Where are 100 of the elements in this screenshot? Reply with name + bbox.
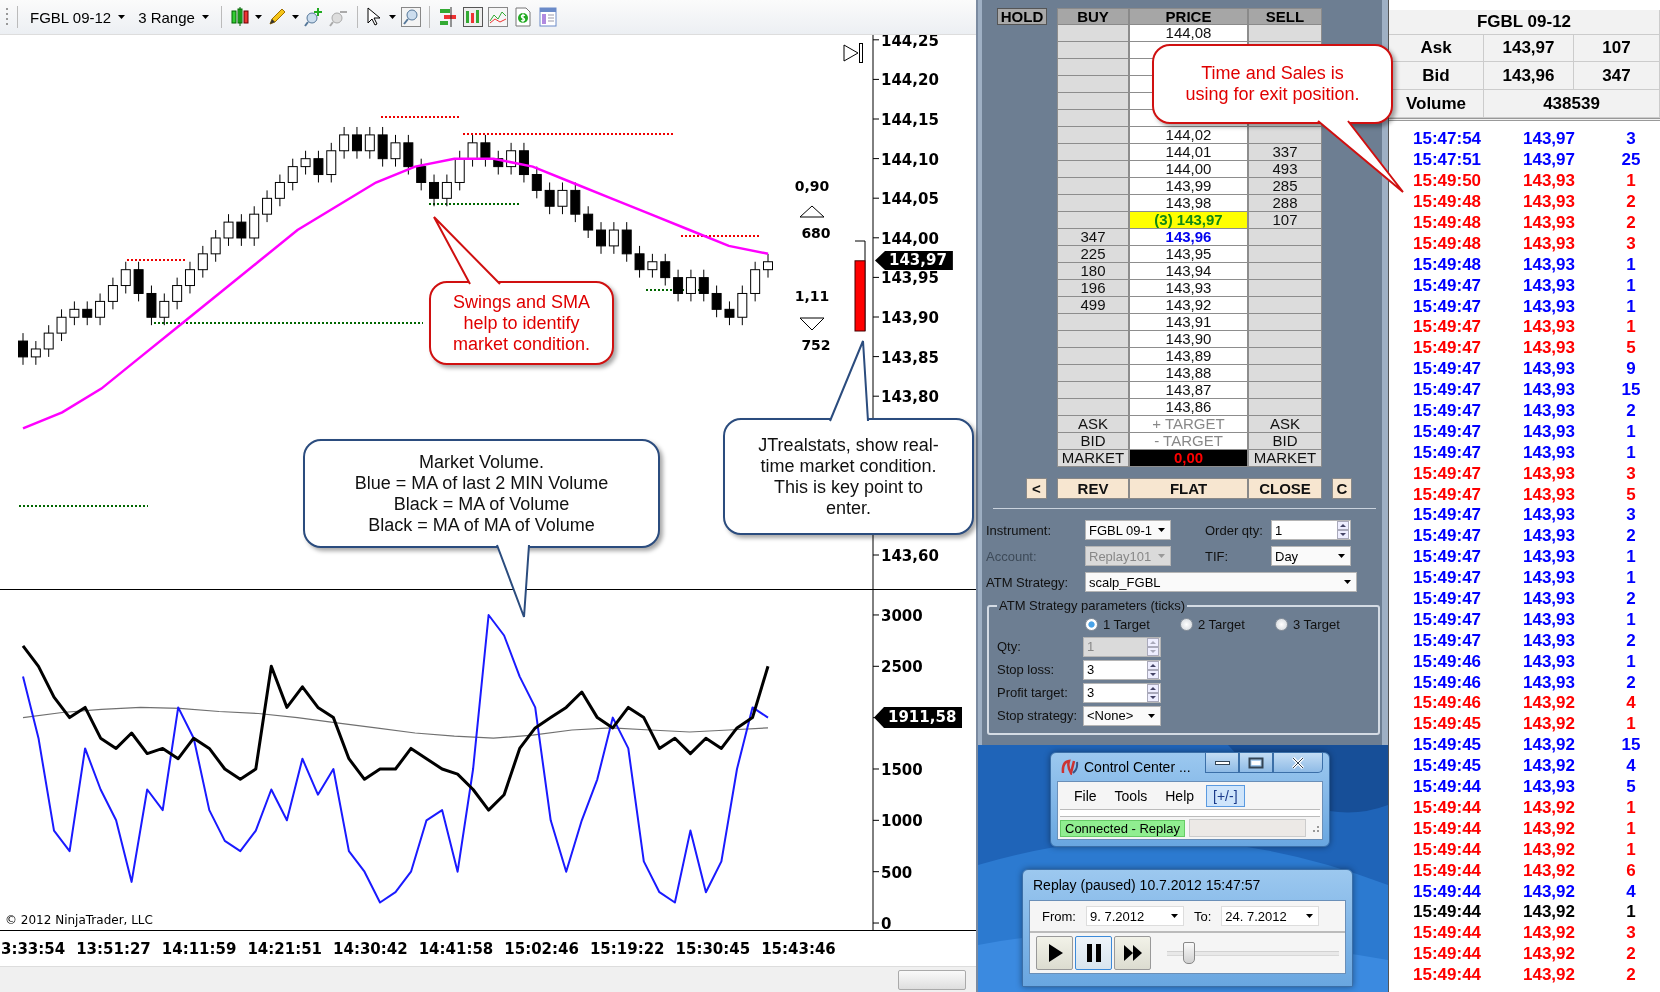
sell-cell[interactable]: [1248, 399, 1322, 416]
order-bars-icon[interactable]: [437, 7, 458, 27]
price-cell[interactable]: 143,92: [1129, 297, 1248, 314]
bar-chart-icon[interactable]: [462, 7, 483, 27]
sell-cell[interactable]: ASK: [1248, 416, 1322, 433]
buy-cell[interactable]: [1057, 161, 1129, 178]
sell-cell[interactable]: [1248, 314, 1322, 331]
buy-cell[interactable]: [1057, 314, 1129, 331]
price-cell[interactable]: (3) 143,97: [1129, 212, 1248, 229]
sell-cell[interactable]: 107: [1248, 212, 1322, 229]
buy-cell[interactable]: MARKET: [1057, 450, 1129, 467]
price-cell[interactable]: 0,00: [1129, 450, 1248, 467]
price-cell[interactable]: 144,01: [1129, 144, 1248, 161]
buy-cell[interactable]: 499: [1057, 297, 1129, 314]
scrollbar[interactable]: [0, 966, 976, 992]
radio-button[interactable]: 2 Target: [1180, 616, 1275, 632]
buy-cell[interactable]: [1057, 110, 1129, 127]
dollar-document-icon[interactable]: [512, 7, 533, 27]
order-button[interactable]: REV: [1057, 478, 1129, 499]
sell-cell[interactable]: [1248, 25, 1322, 42]
buy-cell[interactable]: [1057, 382, 1129, 399]
price-cell[interactable]: + TARGET: [1129, 416, 1248, 433]
buy-cell[interactable]: [1057, 195, 1129, 212]
price-cell[interactable]: 143,89: [1129, 348, 1248, 365]
buy-cell[interactable]: [1057, 42, 1129, 59]
buy-cell[interactable]: BID: [1057, 433, 1129, 450]
close-button[interactable]: [1273, 753, 1323, 773]
minimize-button[interactable]: [1205, 753, 1239, 773]
number-field[interactable]: 1: [1271, 520, 1351, 540]
sell-cell[interactable]: BID: [1248, 433, 1322, 450]
sell-cell[interactable]: [1248, 127, 1322, 144]
price-cell[interactable]: 144,00: [1129, 161, 1248, 178]
price-cell[interactable]: 143,87: [1129, 382, 1248, 399]
menu-item[interactable]: Tools: [1108, 785, 1154, 806]
radio-button[interactable]: 1 Target: [1085, 616, 1180, 632]
price-cell[interactable]: 143,86: [1129, 399, 1248, 416]
hold-button[interactable]: HOLD: [997, 8, 1047, 25]
forward-button[interactable]: [1114, 936, 1151, 970]
price-cell[interactable]: 144,02: [1129, 127, 1248, 144]
price-cell[interactable]: 143,95: [1129, 246, 1248, 263]
pencil-icon[interactable]: [266, 7, 287, 27]
buy-cell[interactable]: [1057, 365, 1129, 382]
sell-cell[interactable]: [1248, 263, 1322, 280]
play-button[interactable]: [1036, 936, 1073, 970]
sell-cell[interactable]: [1248, 348, 1322, 365]
spinner-icon[interactable]: [1147, 660, 1159, 679]
scrollbar-thumb[interactable]: [898, 970, 966, 990]
price-cell[interactable]: - TARGET: [1129, 433, 1248, 450]
price-cell[interactable]: 143,99: [1129, 178, 1248, 195]
sell-cell[interactable]: [1248, 297, 1322, 314]
buy-cell[interactable]: [1057, 144, 1129, 161]
buy-cell[interactable]: [1057, 76, 1129, 93]
sell-cell[interactable]: [1248, 331, 1322, 348]
pause-button[interactable]: [1075, 936, 1112, 970]
bar-type-dropdown[interactable]: 3 Range: [134, 6, 213, 28]
date-dropdown[interactable]: 9. 7.2012: [1085, 906, 1184, 926]
sell-cell[interactable]: [1248, 246, 1322, 263]
dropdown-field[interactable]: FGBL 09-1: [1085, 520, 1171, 540]
radio-button[interactable]: 3 Target: [1275, 616, 1370, 632]
buy-cell[interactable]: ASK: [1057, 416, 1129, 433]
buy-cell[interactable]: [1057, 93, 1129, 110]
buy-cell[interactable]: [1057, 331, 1129, 348]
buy-cell[interactable]: 225: [1057, 246, 1129, 263]
order-button[interactable]: C: [1332, 478, 1352, 499]
buy-cell[interactable]: [1057, 59, 1129, 76]
menu-item[interactable]: [+/-]: [1206, 784, 1245, 807]
data-table-icon[interactable]: [537, 7, 558, 27]
dropdown-field[interactable]: <None>: [1083, 705, 1161, 726]
sell-cell[interactable]: [1248, 365, 1322, 382]
buy-cell[interactable]: [1057, 178, 1129, 195]
buy-cell[interactable]: 196: [1057, 280, 1129, 297]
sell-cell[interactable]: [1248, 382, 1322, 399]
number-field[interactable]: 3: [1083, 682, 1161, 703]
menu-item[interactable]: File: [1068, 785, 1103, 806]
sell-cell[interactable]: [1248, 229, 1322, 246]
order-button[interactable]: <: [1026, 478, 1047, 499]
candlestick-icon[interactable]: [229, 7, 250, 27]
spinner-icon[interactable]: [1337, 521, 1349, 539]
buy-cell[interactable]: [1057, 399, 1129, 416]
price-cell[interactable]: 143,88: [1129, 365, 1248, 382]
price-cell[interactable]: 143,98: [1129, 195, 1248, 212]
sell-cell[interactable]: 288: [1248, 195, 1322, 212]
price-cell[interactable]: 143,90: [1129, 331, 1248, 348]
price-cell[interactable]: 143,93: [1129, 280, 1248, 297]
spinner-icon[interactable]: [1147, 683, 1159, 702]
order-button[interactable]: FLAT: [1129, 478, 1248, 499]
buy-cell[interactable]: [1057, 25, 1129, 42]
sell-cell[interactable]: 285: [1248, 178, 1322, 195]
sell-cell[interactable]: 493: [1248, 161, 1322, 178]
sell-cell[interactable]: MARKET: [1248, 450, 1322, 467]
buy-cell[interactable]: [1057, 212, 1129, 229]
menu-item[interactable]: Help: [1159, 785, 1201, 806]
price-cell[interactable]: 144,08: [1129, 25, 1248, 42]
buy-cell[interactable]: [1057, 127, 1129, 144]
order-button[interactable]: CLOSE: [1248, 478, 1322, 499]
line-chart-icon[interactable]: [487, 7, 508, 27]
dropdown-field[interactable]: scalp_FGBL: [1085, 572, 1357, 592]
magnifier-plus-icon[interactable]: [303, 7, 324, 27]
instrument-dropdown[interactable]: FGBL 09-12: [26, 6, 130, 28]
price-cell[interactable]: 143,94: [1129, 263, 1248, 280]
